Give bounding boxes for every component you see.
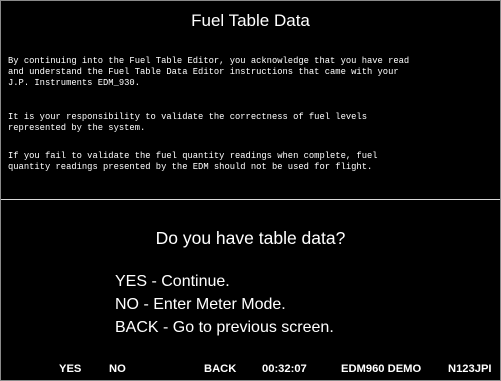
section-divider: [1, 199, 500, 200]
warning-paragraph: If you fail to validate the fuel quantit…: [8, 151, 378, 172]
edm-display-screen: Fuel Table Data By continuing into the F…: [0, 0, 501, 381]
table-data-question: Do you have table data?: [155, 228, 346, 248]
clock-readout: 00:32:07: [262, 363, 307, 375]
screen-title: Fuel Table Data: [191, 11, 310, 30]
no-softkey[interactable]: NO: [109, 362, 126, 376]
option-yes-continue: YES - Continue.: [115, 273, 230, 290]
option-no-meter-mode: NO - Enter Meter Mode.: [115, 296, 286, 313]
device-model-label: EDM960 DEMO: [341, 363, 422, 375]
option-back-previous: BACK - Go to previous screen.: [115, 319, 334, 336]
yes-softkey[interactable]: YES: [59, 362, 81, 376]
back-softkey[interactable]: BACK: [204, 362, 236, 376]
responsibility-paragraph: It is your responsibility to validate th…: [8, 112, 367, 133]
tail-number-label: N123JPI: [448, 363, 492, 375]
acknowledgement-paragraph: By continuing into the Fuel Table Editor…: [8, 56, 410, 88]
